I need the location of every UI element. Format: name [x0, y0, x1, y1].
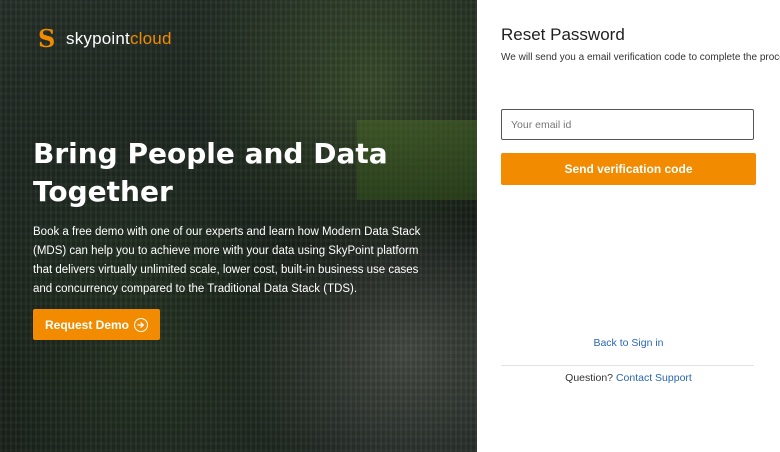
divider — [501, 365, 754, 366]
logo-text-suffix: cloud — [129, 29, 172, 48]
hero-description: Book a free demo with one of our experts… — [33, 226, 421, 295]
request-demo-label: Request Demo — [44, 317, 130, 332]
brand-logo: S skypointcloud — [38, 27, 172, 51]
hero-headline: Bring People and Data Together — [33, 137, 388, 208]
send-verification-code-button[interactable]: Send verification code — [501, 153, 756, 185]
reset-password-panel: Reset Password We will send you a email … — [477, 0, 780, 452]
page-title: Reset Password — [501, 25, 625, 44]
logo-text-prefix: skypoint — [66, 29, 130, 48]
hero-panel: S skypointcloud Bring People and Data To… — [0, 0, 477, 452]
logo-mark-icon: S — [38, 24, 56, 53]
support-row: Question? Contact Support — [477, 372, 780, 384]
page-subtitle: We will send you a email verification co… — [501, 52, 780, 63]
request-demo-button[interactable]: Request Demo — [33, 309, 160, 340]
logo-text: skypointcloud — [66, 29, 172, 49]
back-to-sign-in-link[interactable]: Back to Sign in — [477, 337, 780, 349]
contact-support-link[interactable]: Contact Support — [616, 372, 692, 384]
email-input[interactable] — [501, 109, 754, 140]
question-label: Question? — [565, 372, 614, 384]
arrow-right-circle-icon — [134, 317, 149, 332]
